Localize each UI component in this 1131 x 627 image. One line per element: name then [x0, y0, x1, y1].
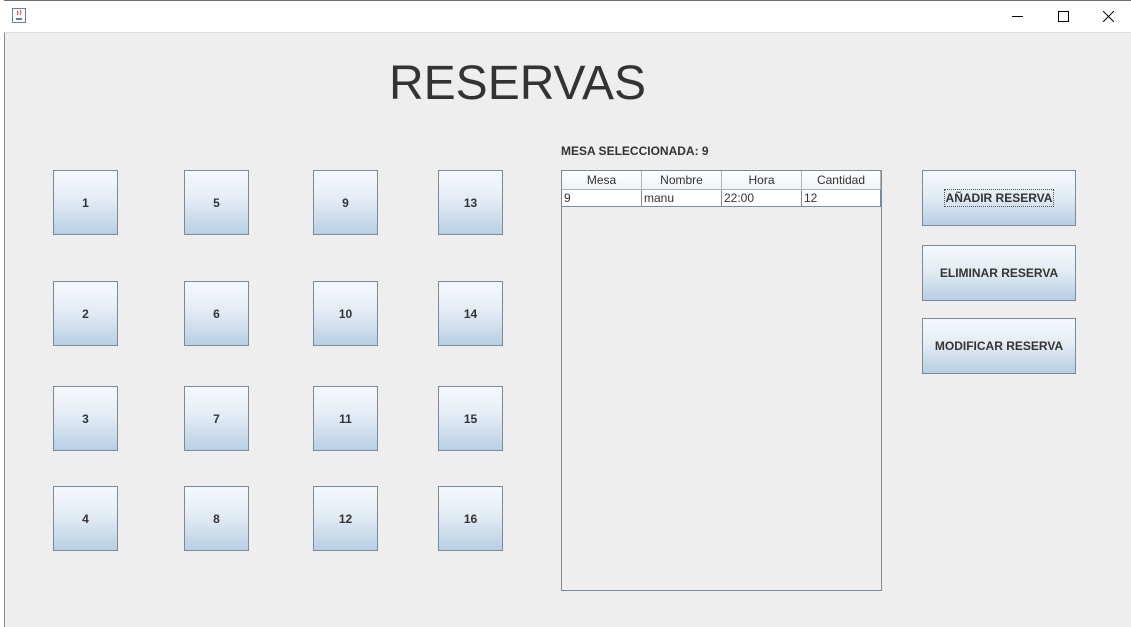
table-row[interactable]: 9 manu 22:00 12: [562, 190, 881, 207]
java-cup-icon: [12, 8, 26, 23]
mesa-button-14[interactable]: 14: [438, 281, 503, 346]
mesa-button-6[interactable]: 6: [184, 281, 249, 346]
column-header-hora[interactable]: Hora: [722, 171, 802, 190]
mesa-button-15[interactable]: 15: [438, 386, 503, 451]
table-header: Mesa Nombre Hora Cantidad: [562, 171, 881, 190]
selected-table-label: MESA SELECCIONADA: 9: [561, 144, 709, 158]
mesa-button-11[interactable]: 11: [313, 386, 378, 451]
mesa-button-9[interactable]: 9: [313, 170, 378, 235]
maximize-icon[interactable]: [1040, 1, 1086, 32]
cell-mesa[interactable]: 9: [562, 190, 642, 207]
modify-reservation-label: MODIFICAR RESERVA: [934, 339, 1064, 353]
mesa-button-1[interactable]: 1: [53, 170, 118, 235]
page-title: RESERVAS: [389, 57, 646, 110]
mesa-button-10[interactable]: 10: [313, 281, 378, 346]
mesa-button-5[interactable]: 5: [184, 170, 249, 235]
cell-nombre[interactable]: manu: [642, 190, 722, 207]
add-reservation-button[interactable]: AÑADIR RESERVA: [922, 170, 1076, 226]
column-header-nombre[interactable]: Nombre: [642, 171, 722, 190]
cell-hora[interactable]: 22:00: [722, 190, 802, 207]
mesa-button-8[interactable]: 8: [184, 486, 249, 551]
cell-cantidad[interactable]: 12: [802, 190, 881, 207]
title-bar: [4, 0, 1131, 33]
close-icon[interactable]: [1085, 1, 1131, 32]
mesa-button-7[interactable]: 7: [184, 386, 249, 451]
mesa-button-4[interactable]: 4: [53, 486, 118, 551]
mesa-button-12[interactable]: 12: [313, 486, 378, 551]
reservations-table[interactable]: Mesa Nombre Hora Cantidad 9 manu 22:00 1…: [561, 170, 882, 591]
window-edge: [0, 0, 5, 627]
minimize-icon[interactable]: [994, 1, 1040, 32]
add-reservation-label: AÑADIR RESERVA: [943, 189, 1055, 207]
mesa-button-2[interactable]: 2: [53, 281, 118, 346]
column-header-mesa[interactable]: Mesa: [562, 171, 642, 190]
column-header-cantidad[interactable]: Cantidad: [802, 171, 881, 190]
mesa-button-3[interactable]: 3: [53, 386, 118, 451]
modify-reservation-button[interactable]: MODIFICAR RESERVA: [922, 318, 1076, 374]
mesa-button-13[interactable]: 13: [438, 170, 503, 235]
delete-reservation-label: ELIMINAR RESERVA: [939, 266, 1059, 280]
delete-reservation-button[interactable]: ELIMINAR RESERVA: [922, 245, 1076, 301]
mesa-button-16[interactable]: 16: [438, 486, 503, 551]
